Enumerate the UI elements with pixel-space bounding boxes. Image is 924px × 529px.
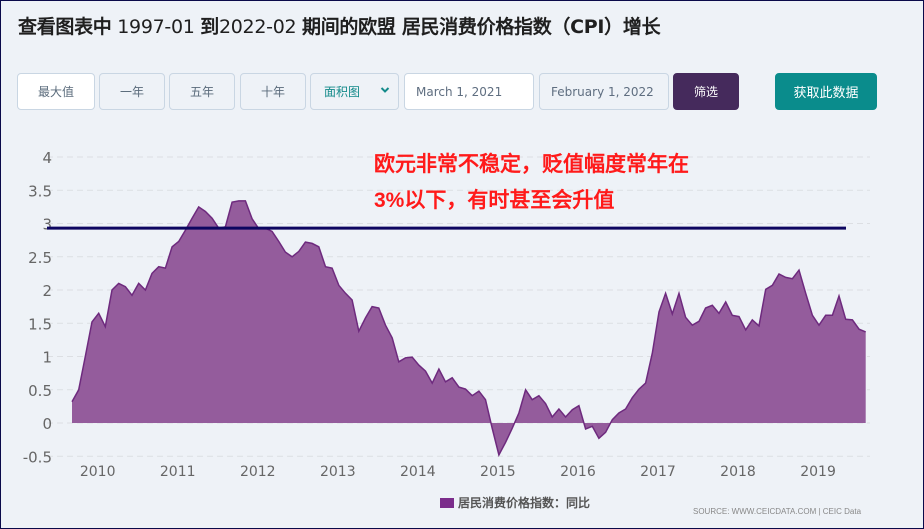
cpi-area-chart: -0.500.511.522.533.54 2010 2011 2012 2013 20…: [23, 149, 870, 480]
x-tick-label: 2017: [640, 464, 676, 480]
legend-swatch: [440, 497, 454, 508]
annotation-highlight: 3%: [374, 189, 405, 212]
y-tick-label: 3: [42, 216, 52, 234]
y-tick-label: 4: [42, 149, 52, 167]
x-tick-label: 2012: [240, 464, 276, 480]
x-axis-ticks: 2010 2011 2012 2013 2014 2015 2016 2017 2018 2019: [80, 464, 836, 480]
y-tick-label: 0.5: [28, 382, 52, 400]
x-tick-label: 2018: [720, 464, 756, 480]
x-tick-label: 2019: [800, 464, 836, 480]
annotation-text: 以下，有时甚至会升值: [404, 187, 615, 212]
legend-label: 居民消费价格指数：同比: [458, 496, 591, 510]
x-tick-label: 2016: [560, 464, 596, 480]
source-note: SOURCE: WWW.CEICDATA.COM | CEIC Data: [693, 507, 862, 516]
annotation-line-2: 3%以下，有时甚至会升值: [374, 184, 614, 214]
x-tick-label: 2014: [400, 464, 436, 480]
x-tick-label: 2015: [480, 464, 516, 480]
x-tick-label: 2010: [80, 464, 116, 480]
x-tick-label: 2013: [320, 464, 356, 480]
y-tick-label: 3.5: [28, 182, 52, 200]
y-tick-label: 1: [42, 349, 52, 367]
y-tick-label: 1.5: [28, 315, 52, 333]
y-axis-ticks: -0.5 0 0.5 1 1.5 2 2.5 3 3.5 4: [23, 149, 52, 466]
annotation-line-1: 欧元非常不稳定，贬值幅度常年在: [374, 151, 689, 176]
x-tick-label: 2011: [160, 464, 196, 480]
y-tick-label: 2: [42, 282, 52, 300]
legend[interactable]: 居民消费价格指数：同比: [440, 494, 590, 511]
y-tick-label: 2.5: [28, 249, 52, 267]
y-tick-label: -0.5: [23, 448, 52, 466]
y-tick-label: 0: [42, 415, 52, 433]
